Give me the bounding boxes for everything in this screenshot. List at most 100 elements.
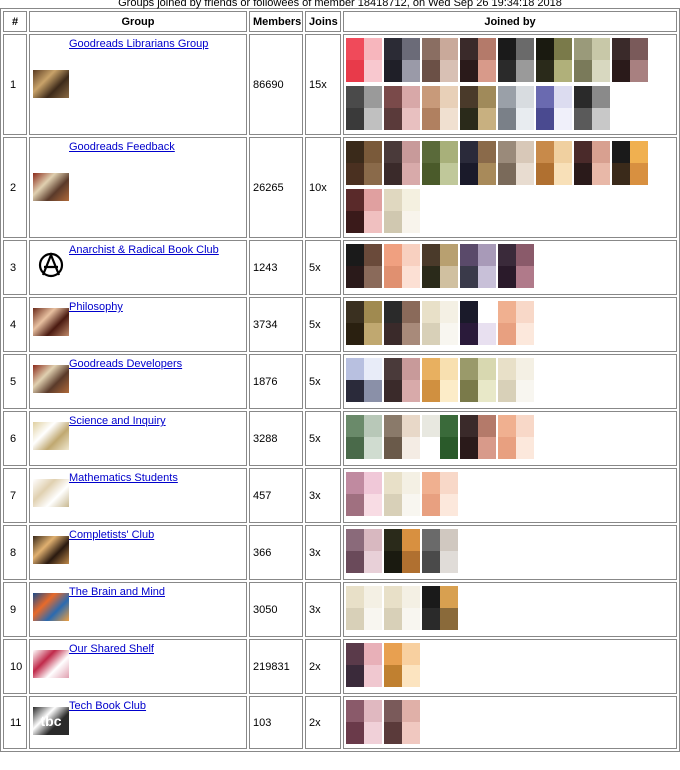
member-avatar[interactable] (384, 529, 420, 573)
member-avatar[interactable] (384, 38, 420, 82)
member-avatar[interactable] (422, 415, 458, 459)
member-avatar[interactable] (498, 301, 534, 345)
member-avatar[interactable] (422, 586, 458, 630)
member-avatar[interactable] (498, 141, 534, 185)
row-number: 7 (3, 468, 27, 523)
group-cell: Goodreads Librarians Group (29, 34, 247, 135)
member-avatar[interactable] (384, 301, 420, 345)
philosopher-portrait-icon[interactable] (33, 308, 69, 336)
member-avatar[interactable] (346, 643, 382, 687)
member-avatar[interactable] (346, 415, 382, 459)
member-avatar[interactable] (346, 244, 382, 288)
member-avatar[interactable] (346, 86, 382, 130)
table-row: 9 The Brain and Mind 3050 3x (3, 582, 677, 637)
group-link[interactable]: Completists' Club (69, 529, 154, 541)
tbc-logo-icon[interactable]: tbc (33, 707, 69, 735)
member-avatar[interactable] (346, 141, 382, 185)
table-row: 7 Mathematics Students 457 3x (3, 468, 677, 523)
avatar-list (344, 35, 676, 134)
member-avatar[interactable] (612, 38, 648, 82)
member-avatar[interactable] (422, 358, 458, 402)
member-avatar[interactable] (384, 244, 420, 288)
member-avatar[interactable] (498, 86, 534, 130)
vitruvian-man-icon[interactable] (33, 479, 69, 507)
member-avatar[interactable] (422, 529, 458, 573)
group-link[interactable]: Our Shared Shelf (69, 643, 154, 655)
member-avatar[interactable] (498, 244, 534, 288)
member-avatar[interactable] (574, 141, 610, 185)
member-avatar[interactable] (612, 141, 648, 185)
member-avatar[interactable] (384, 189, 420, 233)
group-link[interactable]: Goodreads Feedback (69, 141, 175, 153)
group-link[interactable]: Mathematics Students (69, 472, 178, 484)
member-avatar[interactable] (346, 586, 382, 630)
member-avatar[interactable] (346, 700, 382, 744)
members-count: 1876 (249, 354, 303, 409)
member-avatar[interactable] (384, 700, 420, 744)
member-avatar[interactable] (536, 141, 572, 185)
group-link[interactable]: Tech Book Club (69, 700, 146, 712)
member-avatar[interactable] (460, 415, 496, 459)
member-avatar[interactable] (536, 38, 572, 82)
books-stack-icon[interactable] (33, 365, 69, 393)
group-link[interactable]: The Brain and Mind (69, 586, 165, 598)
member-avatar[interactable] (498, 415, 534, 459)
member-avatar[interactable] (384, 472, 420, 516)
brain-icon[interactable] (33, 593, 69, 621)
books-stack-icon[interactable] (33, 173, 69, 201)
member-avatar[interactable] (384, 415, 420, 459)
member-avatar[interactable] (460, 38, 496, 82)
joins-count: 5x (305, 354, 341, 409)
avatar-list (344, 583, 676, 634)
member-avatar[interactable] (422, 244, 458, 288)
member-avatar[interactable] (422, 301, 458, 345)
member-avatar[interactable] (460, 86, 496, 130)
avatar-list (344, 355, 676, 406)
member-avatar[interactable] (422, 38, 458, 82)
member-avatar[interactable] (536, 86, 572, 130)
member-avatar[interactable] (460, 358, 496, 402)
member-avatar[interactable] (346, 301, 382, 345)
member-avatar[interactable] (460, 244, 496, 288)
member-avatar[interactable] (498, 358, 534, 402)
member-avatar[interactable] (384, 358, 420, 402)
member-avatar[interactable] (422, 472, 458, 516)
member-avatar[interactable] (384, 86, 420, 130)
avatar-list (344, 138, 676, 237)
member-avatar[interactable] (422, 86, 458, 130)
group-link[interactable]: Philosophy (69, 301, 123, 313)
group-link[interactable]: Goodreads Librarians Group (69, 38, 208, 50)
table-row: 2 Goodreads Feedback 26265 10x (3, 137, 677, 238)
avatar-list (344, 241, 676, 292)
shared-shelf-logo-icon[interactable] (33, 650, 69, 678)
member-avatar[interactable] (384, 586, 420, 630)
member-avatar[interactable] (498, 38, 534, 82)
group-link[interactable]: Anarchist & Radical Book Club (69, 244, 219, 256)
member-avatar[interactable] (384, 141, 420, 185)
member-avatar[interactable] (346, 38, 382, 82)
group-link[interactable]: Science and Inquiry (69, 415, 166, 427)
member-avatar[interactable] (346, 529, 382, 573)
member-avatar[interactable] (460, 141, 496, 185)
table-header-row: # Group Members Joins Joined by (3, 11, 677, 32)
member-avatar[interactable] (574, 38, 610, 82)
avatar-list (344, 526, 676, 577)
row-number: 8 (3, 525, 27, 580)
member-avatar[interactable] (460, 301, 496, 345)
member-avatar[interactable] (346, 472, 382, 516)
member-avatar[interactable] (422, 141, 458, 185)
joins-count: 10x (305, 137, 341, 238)
library-shelf-icon[interactable] (33, 70, 69, 98)
member-avatar[interactable] (384, 643, 420, 687)
dna-helix-icon[interactable] (33, 422, 69, 450)
member-avatar[interactable] (346, 358, 382, 402)
row-number: 5 (3, 354, 27, 409)
member-avatar[interactable] (346, 189, 382, 233)
anarchy-symbol-icon[interactable] (33, 251, 69, 279)
member-avatar[interactable] (574, 86, 610, 130)
reader-photo-icon[interactable] (33, 536, 69, 564)
group-link[interactable]: Goodreads Developers (69, 358, 182, 370)
table-row: 11 tbc Tech Book Club 103 2x (3, 696, 677, 749)
row-number: 11 (3, 696, 27, 749)
table-row: 8 Completists' Club 366 3x (3, 525, 677, 580)
